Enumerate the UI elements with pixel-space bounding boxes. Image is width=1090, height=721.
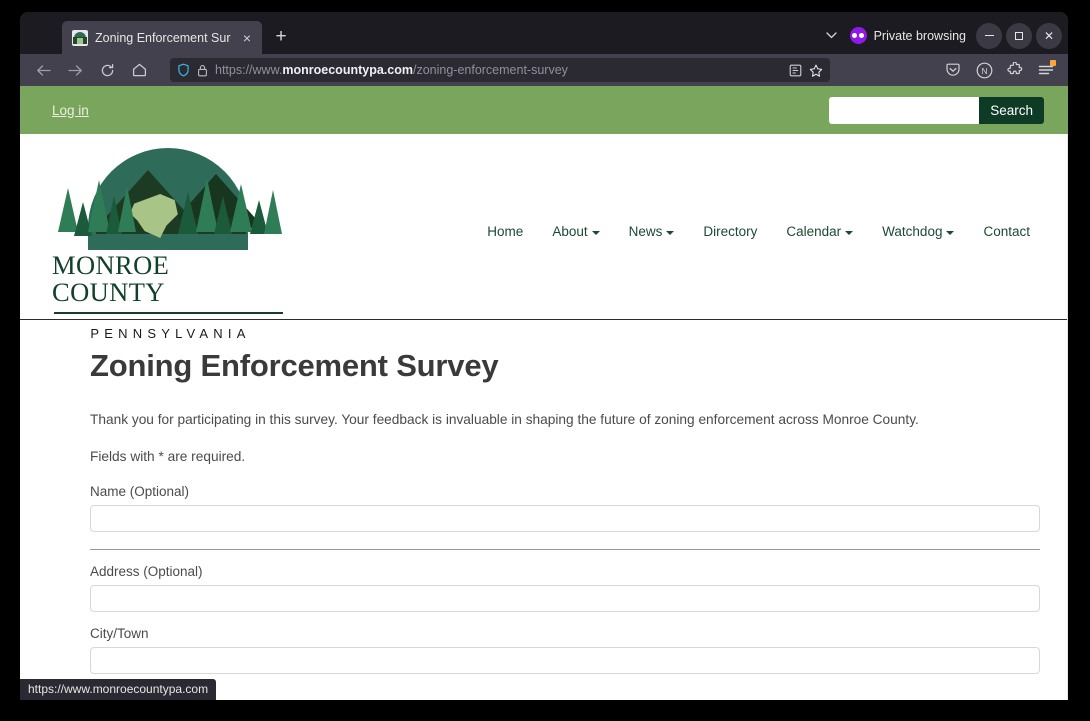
nav-label-calendar: Calendar — [786, 224, 841, 239]
nav-label-home: Home — [487, 224, 523, 239]
url-text: https://www.monroecountypa.com/zoning-en… — [215, 63, 568, 77]
window-maximize-button[interactable] — [1006, 23, 1032, 49]
field-label-city: City/Town — [90, 626, 1034, 641]
url-text-wrap: https://www.monroecountypa.com/zoning-en… — [215, 63, 782, 77]
field-label-name: Name (Optional) — [90, 484, 1034, 499]
list-all-tabs-chevron-down-icon[interactable] — [818, 23, 846, 49]
intro-paragraph-1: Thank you for participating in this surv… — [90, 410, 1034, 429]
form-field-address: Address (Optional) — [90, 564, 1034, 612]
back-arrow-icon[interactable] — [28, 57, 58, 83]
nav-label-contact: Contact — [983, 224, 1030, 239]
logo-divider — [54, 312, 283, 314]
site-logo[interactable]: MONROE COUNTY PENNSYLVANIA — [52, 146, 284, 341]
site-header: MONROE COUNTY PENNSYLVANIA Home About Ne… — [20, 134, 1068, 320]
browser-toolbar-right: N — [939, 57, 1060, 83]
tab-close-icon[interactable]: × — [238, 29, 256, 47]
nav-label-watchdog: Watchdog — [882, 224, 942, 239]
url-bar[interactable]: https://www.monroecountypa.com/zoning-en… — [170, 58, 830, 82]
logo-wordmark: MONROE COUNTY — [52, 252, 284, 305]
nav-item-about[interactable]: About — [552, 224, 599, 239]
svg-text:N: N — [981, 66, 987, 76]
address-input[interactable] — [90, 585, 1040, 612]
site-search-input[interactable] — [829, 97, 979, 124]
url-scheme: https://www. — [215, 63, 282, 77]
form-field-city: City/Town — [90, 626, 1034, 674]
link-status-tooltip: https://www.monroecountypa.com — [20, 679, 216, 700]
reader-view-icon[interactable] — [789, 64, 802, 77]
field-label-address: Address (Optional) — [90, 564, 1034, 579]
tab-title: Zoning Enforcement Sur — [95, 31, 231, 45]
form-field-name: Name (Optional) — [90, 484, 1034, 532]
main-content: Zoning Enforcement Survey Thank you for … — [20, 320, 1068, 674]
url-domain: monroecountypa.com — [282, 63, 413, 77]
nav-label-news: News — [629, 224, 663, 239]
nav-item-directory[interactable]: Directory — [703, 224, 757, 239]
private-browsing-label: Private browsing — [874, 29, 966, 43]
nav-item-news[interactable]: News — [629, 224, 675, 239]
tracking-protection-shield-icon[interactable] — [177, 63, 190, 77]
nav-label-directory: Directory — [703, 224, 757, 239]
extensions-puzzle-icon[interactable] — [1001, 57, 1029, 83]
log-in-link[interactable]: Log in — [52, 103, 89, 118]
nav-item-home[interactable]: Home — [487, 224, 523, 239]
logo-subtitle: PENNSYLVANIA — [85, 326, 250, 341]
url-path: /zoning-enforcement-survey — [413, 63, 568, 77]
window-close-button[interactable]: ✕ — [1036, 23, 1062, 49]
home-icon[interactable] — [124, 57, 154, 83]
page-title: Zoning Enforcement Survey — [90, 348, 1034, 384]
browser-window: Zoning Enforcement Sur × + Private brows… — [20, 12, 1068, 700]
browser-nav-toolbar: https://www.monroecountypa.com/zoning-en… — [20, 54, 1068, 86]
private-browsing-indicator: Private browsing — [850, 27, 966, 44]
chevron-down-icon — [946, 231, 954, 235]
new-tab-button[interactable]: + — [266, 22, 296, 52]
bookmark-star-icon[interactable] — [809, 64, 823, 77]
form-divider — [90, 549, 1040, 550]
browser-tab[interactable]: Zoning Enforcement Sur × — [62, 21, 262, 54]
site-utility-bar: Log in Search — [20, 86, 1068, 134]
forward-arrow-icon[interactable] — [60, 57, 90, 83]
page-viewport: Log in Search — [20, 86, 1068, 700]
account-icon[interactable]: N — [970, 57, 998, 83]
city-input[interactable] — [90, 647, 1040, 674]
chevron-down-icon — [666, 231, 674, 235]
chevron-down-icon — [592, 231, 600, 235]
chevron-down-icon — [845, 231, 853, 235]
site-search-button[interactable]: Search — [979, 97, 1044, 124]
nav-label-about: About — [552, 224, 587, 239]
tabstrip-right-controls: Private browsing ✕ — [818, 21, 1062, 54]
pocket-icon[interactable] — [939, 57, 967, 83]
nav-item-contact[interactable]: Contact — [983, 224, 1030, 239]
intro-paragraph-2: Fields with * are required. — [90, 447, 1034, 466]
menu-update-badge — [1050, 60, 1056, 66]
name-input[interactable] — [90, 505, 1040, 532]
app-menu-icon[interactable] — [1032, 57, 1060, 83]
site-navigation: Home About News Directory Calendar — [20, 224, 1068, 239]
site-search-form: Search — [829, 97, 1044, 124]
padlock-icon[interactable] — [197, 64, 208, 77]
reload-icon[interactable] — [92, 57, 122, 83]
nav-item-watchdog[interactable]: Watchdog — [882, 224, 954, 239]
window-minimize-button[interactable] — [976, 23, 1002, 49]
tab-favicon-icon — [72, 30, 88, 46]
nav-item-calendar[interactable]: Calendar — [786, 224, 853, 239]
tab-strip: Zoning Enforcement Sur × + Private brows… — [20, 12, 1068, 54]
page-scrollbar[interactable] — [1067, 134, 1068, 700]
private-mask-icon — [850, 27, 867, 44]
